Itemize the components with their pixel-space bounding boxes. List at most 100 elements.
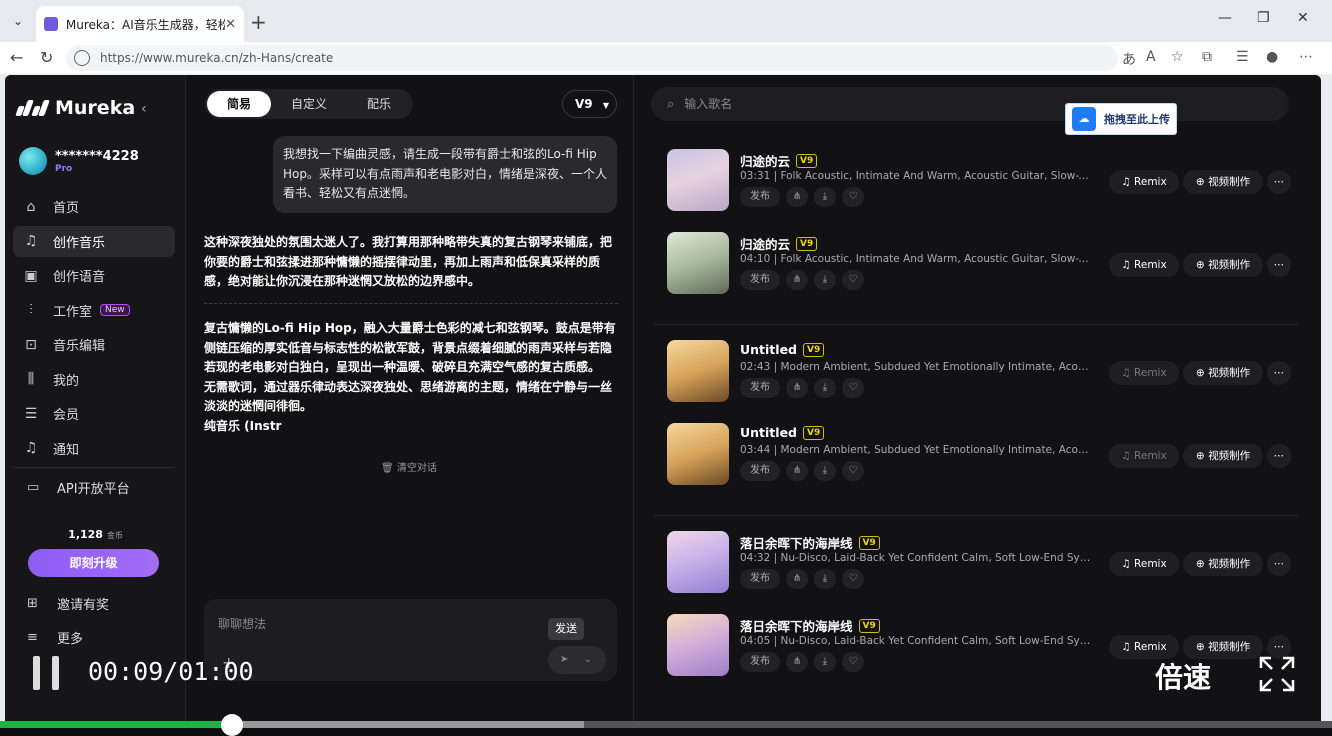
- browser-tab[interactable]: Mureka：AI音乐生成器，轻松创作 ✕: [36, 6, 244, 42]
- video-create-button[interactable]: ⊕ 视频制作: [1183, 552, 1263, 576]
- sidebar-item-music-edit[interactable]: ⊡ 音乐编辑: [13, 329, 175, 360]
- share-icon[interactable]: ⋔: [786, 461, 808, 481]
- profile-icon[interactable]: ●: [1266, 49, 1278, 65]
- minimize-icon[interactable]: —: [1218, 10, 1232, 26]
- song-row[interactable]: Untitled V9 03:44 | Modern Ambient, Subd…: [653, 421, 1299, 504]
- song-cover[interactable]: [667, 531, 729, 593]
- user-profile[interactable]: *******4228 Pro: [19, 147, 139, 175]
- more-options-icon[interactable]: ⋯: [1267, 170, 1291, 194]
- send-button[interactable]: ➤ ⌄: [548, 646, 606, 674]
- tab-simple[interactable]: 简易: [207, 91, 272, 117]
- translate-icon[interactable]: あ: [1122, 49, 1136, 69]
- logo[interactable]: Mureka: [15, 97, 135, 119]
- fullscreen-icon[interactable]: [1259, 656, 1295, 692]
- like-heart-icon[interactable]: ♡: [842, 569, 864, 589]
- video-create-button[interactable]: ⊕ 视频制作: [1183, 444, 1263, 468]
- site-info-icon[interactable]: [74, 50, 90, 66]
- song-cover[interactable]: [667, 614, 729, 676]
- publish-button[interactable]: 发布: [740, 461, 780, 481]
- new-tab-button[interactable]: +: [250, 10, 267, 34]
- sidebar-item-studio[interactable]: ⫶ 工作室 New: [13, 295, 175, 326]
- download-icon[interactable]: ⤓: [814, 461, 836, 481]
- more-options-icon[interactable]: ⋯: [1267, 253, 1291, 277]
- download-icon[interactable]: ⤓: [814, 569, 836, 589]
- playback-speed-button[interactable]: 倍速: [1155, 656, 1211, 696]
- share-icon[interactable]: ⋔: [786, 187, 808, 207]
- video-create-button[interactable]: ⊕ 视频制作: [1183, 170, 1263, 194]
- song-row[interactable]: 归途的云 V9 03:31 | Folk Acoustic, Intimate …: [653, 147, 1299, 230]
- browser-menu-icon[interactable]: ⋯: [1299, 49, 1313, 65]
- sidebar-item-create-voice[interactable]: ▣ 创作语音: [13, 260, 175, 291]
- download-icon[interactable]: ⤓: [814, 652, 836, 672]
- favorite-star-icon[interactable]: ☆: [1171, 49, 1184, 65]
- remix-button[interactable]: ♫ Remix: [1109, 170, 1179, 194]
- like-heart-icon[interactable]: ♡: [842, 187, 864, 207]
- more-options-icon[interactable]: ⋯: [1267, 361, 1291, 385]
- sidebar-item-notifications[interactable]: ♫ 通知: [13, 433, 175, 464]
- song-row[interactable]: Untitled V9 02:43 | Modern Ambient, Subd…: [653, 338, 1299, 421]
- like-heart-icon[interactable]: ♡: [842, 461, 864, 481]
- song-cover[interactable]: [667, 232, 729, 294]
- publish-button[interactable]: 发布: [740, 270, 780, 290]
- sidebar-item-invite[interactable]: ⊞ 邀请有奖: [27, 594, 109, 613]
- favorites-list-icon[interactable]: ☰: [1236, 49, 1249, 65]
- back-icon[interactable]: ←: [10, 48, 23, 67]
- publish-button[interactable]: 发布: [740, 569, 780, 589]
- song-row[interactable]: 落日余晖下的海岸线 V9 04:32 | Nu-Disco, Laid-Back…: [653, 529, 1299, 612]
- share-icon[interactable]: ⋔: [786, 270, 808, 290]
- playback-progress[interactable]: [0, 714, 1332, 736]
- like-heart-icon[interactable]: ♡: [842, 378, 864, 398]
- mode-switch: 简易 自定义 配乐: [205, 89, 414, 119]
- sidebar-item-home[interactable]: ⌂ 首页: [13, 191, 175, 222]
- version-badge: V9: [796, 153, 818, 168]
- chat-input-box[interactable]: 聊聊想法 + ➤ ⌄: [204, 599, 617, 681]
- publish-button[interactable]: 发布: [740, 187, 780, 207]
- publish-button[interactable]: 发布: [740, 652, 780, 672]
- remix-button[interactable]: ♫ Remix: [1109, 253, 1179, 277]
- clear-conversation-button[interactable]: 🗑 清空对话: [381, 459, 437, 474]
- pause-icon[interactable]: [33, 656, 61, 690]
- tab-score[interactable]: 配乐: [347, 91, 411, 117]
- remix-button[interactable]: ♫ Remix: [1109, 444, 1179, 468]
- tab-custom[interactable]: 自定义: [271, 91, 347, 117]
- plan-badge: Pro: [55, 163, 73, 174]
- song-search[interactable]: ⌕: [651, 87, 1289, 121]
- drag-upload-hint[interactable]: ☁ 拖拽至此上传: [1065, 103, 1177, 135]
- remix-button[interactable]: ♫ Remix: [1109, 552, 1179, 576]
- remix-button[interactable]: ♫ Remix: [1109, 361, 1179, 385]
- song-row[interactable]: 归途的云 V9 04:10 | Folk Acoustic, Intimate …: [653, 230, 1299, 313]
- collapse-sidebar-icon[interactable]: ‹: [141, 101, 147, 117]
- progress-handle[interactable]: [220, 714, 243, 736]
- video-create-button[interactable]: ⊕ 视频制作: [1183, 253, 1263, 277]
- extensions-icon[interactable]: ⧉: [1202, 49, 1212, 65]
- song-cover[interactable]: [667, 340, 729, 402]
- sidebar-item-more[interactable]: ≡ 更多: [27, 628, 83, 647]
- read-aloud-icon[interactable]: A: [1146, 49, 1156, 65]
- tab-list-dropdown[interactable]: ⌄: [8, 10, 28, 32]
- like-heart-icon[interactable]: ♡: [842, 270, 864, 290]
- like-heart-icon[interactable]: ♡: [842, 652, 864, 672]
- share-icon[interactable]: ⋔: [786, 569, 808, 589]
- more-options-icon[interactable]: ⋯: [1267, 444, 1291, 468]
- publish-button[interactable]: 发布: [740, 378, 780, 398]
- video-create-button[interactable]: ⊕ 视频制作: [1183, 361, 1263, 385]
- url-field[interactable]: https://www.mureka.cn/zh-Hans/create: [66, 45, 1118, 71]
- sidebar-item-library[interactable]: ⫼ 我的: [13, 364, 175, 395]
- share-icon[interactable]: ⋔: [786, 378, 808, 398]
- more-options-icon[interactable]: ⋯: [1267, 552, 1291, 576]
- reload-icon[interactable]: ↻: [40, 48, 53, 67]
- sidebar-item-api[interactable]: ▭ API开放平台: [27, 478, 130, 497]
- song-cover[interactable]: [667, 423, 729, 485]
- tab-close-icon[interactable]: ✕: [225, 17, 236, 32]
- upgrade-button[interactable]: 即刻升级: [28, 549, 159, 577]
- song-cover[interactable]: [667, 149, 729, 211]
- sidebar-item-membership[interactable]: ☰ 会员: [13, 398, 175, 429]
- share-icon[interactable]: ⋔: [786, 652, 808, 672]
- window-close-icon[interactable]: ✕: [1297, 10, 1309, 26]
- version-select[interactable]: V9 ▼: [562, 90, 617, 118]
- download-icon[interactable]: ⤓: [814, 378, 836, 398]
- download-icon[interactable]: ⤓: [814, 187, 836, 207]
- maximize-icon[interactable]: ❐: [1257, 10, 1270, 26]
- download-icon[interactable]: ⤓: [814, 270, 836, 290]
- sidebar-item-create-music[interactable]: ♫ 创作音乐: [13, 225, 175, 257]
